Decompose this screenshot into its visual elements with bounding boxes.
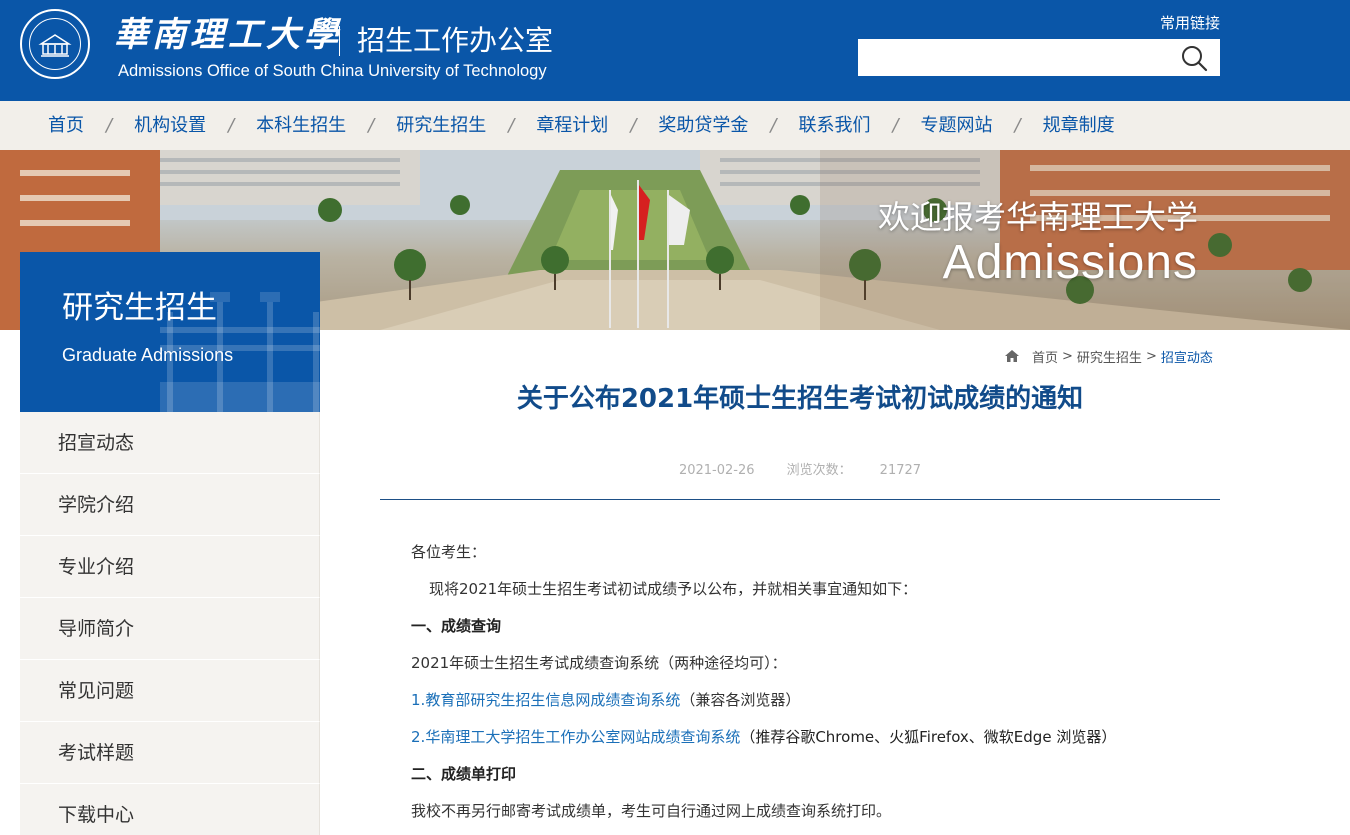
nav-item-home: 首页 / (48, 101, 134, 150)
office-name-english: Admissions Office of South China Univers… (118, 62, 547, 80)
nav-link-regulations[interactable]: 规章制度 (1043, 101, 1115, 150)
sidebar-item-news[interactable]: 招宣动态 (20, 412, 320, 474)
article-date: 2021-02-26 (678, 463, 755, 478)
section-heading-score-query: 一、成绩查询 (411, 617, 502, 635)
banner-welcome-text: 欢迎报考华南理工大学 (877, 198, 1198, 236)
site-header: 華南理工大學 招生工作办公室 Admissions Office of Sout… (0, 0, 1350, 101)
nav-link-graduate[interactable]: 研究生招生 (396, 101, 486, 150)
article-greeting: 各位考生： (411, 543, 487, 561)
sidebar-item-faq[interactable]: 常见问题 (20, 660, 320, 722)
breadcrumb: 首页 > 研究生招生 > 招宣动态 (1004, 346, 1220, 366)
section-heading-transcript: 二、成绩单打印 (411, 765, 517, 783)
section-text-score-query: 2021年硕士生招生考试成绩查询系统（两种途径均可）： (411, 654, 787, 672)
university-seal-logo[interactable] (20, 9, 90, 79)
nav-item-financial-aid: 奖助贷学金 / (658, 101, 798, 150)
breadcrumb-separator: > (1062, 348, 1073, 364)
sidebar-item-supervisors[interactable]: 导师简介 (20, 598, 320, 660)
nav-item-regulations: 规章制度 (1043, 101, 1115, 150)
nav-item-contact: 联系我们 / (798, 101, 920, 150)
article-intro: 现将2021年硕士生招生考试初试成绩予以公布，并就相关事宜通知如下： (429, 580, 918, 598)
nav-separator: / (770, 115, 777, 136)
breadcrumb-separator: > (1145, 348, 1157, 364)
nav-separator: / (508, 115, 515, 136)
nav-separator: / (368, 115, 375, 136)
breadcrumb-home[interactable]: 首页 (1032, 347, 1058, 366)
nav-item-plans: 章程计划 / (536, 101, 658, 150)
views-label: 浏览次数： (786, 463, 852, 478)
sidebar-item-downloads[interactable]: 下载中心 (20, 784, 320, 835)
search-input[interactable] (858, 39, 1168, 76)
sidebar-title: 研究生招生 (62, 290, 217, 326)
article-meta: 2021-02-26 浏览次数： 21727 (380, 462, 1220, 480)
nav-item-undergraduate: 本科生招生 / (256, 101, 396, 150)
breadcrumb-current[interactable]: 招宣动态 (1161, 347, 1213, 366)
sidebar-title-english: Graduate Admissions (62, 345, 234, 365)
nav-separator: / (630, 115, 637, 136)
main-navigation: 首页 / 机构设置 / 本科生招生 / 研究生招生 / 章程计划 / 奖助贷学金 / 联系我… (0, 101, 1350, 150)
query-option-2-note: （推荐谷歌Chrome、火狐Firefox、微软Edge 浏览器） (740, 728, 1117, 746)
brand-divider (339, 26, 340, 56)
nav-link-organization[interactable]: 机构设置 (134, 101, 206, 150)
seal-building-icon (38, 34, 72, 57)
campus-gate-watermark (160, 292, 320, 412)
query-option-1-note: （兼容各浏览器） (680, 691, 801, 709)
quick-links-link[interactable]: 常用链接 (1120, 13, 1220, 33)
nav-link-home[interactable]: 首页 (48, 101, 84, 150)
nav-separator: / (228, 115, 235, 136)
nav-link-undergraduate[interactable]: 本科生招生 (256, 101, 346, 150)
query-option-2-prefix[interactable]: 2. (411, 728, 425, 746)
nav-link-plans[interactable]: 章程计划 (536, 101, 608, 150)
nav-item-organization: 机构设置 / (134, 101, 256, 150)
university-name-calligraphy[interactable]: 華南理工大學 (114, 14, 342, 56)
article-views: 浏览次数： 21727 (787, 463, 921, 478)
section-text-transcript: 我校不再另行邮寄考试成绩单，考生可自行通过网上成绩查询系统打印。 (411, 802, 892, 820)
banner-admissions-text: Admissions (942, 236, 1198, 289)
query-option-1-prefix[interactable]: 1. (411, 691, 425, 709)
nav-item-graduate: 研究生招生 / (396, 101, 536, 150)
office-name: 招生工作办公室 (357, 24, 554, 57)
nav-separator: / (1014, 115, 1021, 136)
scut-score-query-link[interactable]: 华南理工大学招生工作办公室网站成绩查询系统 (425, 728, 740, 746)
search-icon[interactable] (1180, 44, 1208, 72)
sidebar-item-sample-exams[interactable]: 考试样题 (20, 722, 320, 784)
nav-link-financial-aid[interactable]: 奖助贷学金 (658, 101, 748, 150)
nav-link-special-sites[interactable]: 专题网站 (921, 101, 993, 150)
article-title: 关于公布2021年硕士生招生考试初试成绩的通知 (516, 384, 1084, 414)
views-count: 21727 (879, 463, 922, 478)
query-option-2: 2.华南理工大学招生工作办公室网站成绩查询系统（推荐谷歌Chrome、火狐Fir… (411, 726, 1116, 748)
nav-separator: / (892, 115, 899, 136)
nav-link-contact[interactable]: 联系我们 (798, 101, 870, 150)
query-option-1: 1.教育部研究生招生信息网成绩查询系统（兼容各浏览器） (411, 689, 800, 711)
search-box (858, 39, 1220, 76)
sidebar-item-majors[interactable]: 专业介绍 (20, 536, 320, 598)
breadcrumb-graduate[interactable]: 研究生招生 (1077, 347, 1142, 366)
sidebar-header: 研究生招生 Graduate Admissions (20, 252, 320, 412)
nav-item-special-sites: 专题网站 / (921, 101, 1043, 150)
title-divider (380, 499, 1220, 500)
moe-score-query-link[interactable]: 教育部研究生招生信息网成绩查询系统 (425, 691, 680, 709)
sidebar-item-schools[interactable]: 学院介绍 (20, 474, 320, 536)
nav-separator: / (106, 115, 113, 136)
sidebar-menu: 招宣动态 学院介绍 专业介绍 导师简介 常见问题 考试样题 下载中心 (20, 412, 320, 835)
home-icon[interactable] (1004, 349, 1020, 363)
